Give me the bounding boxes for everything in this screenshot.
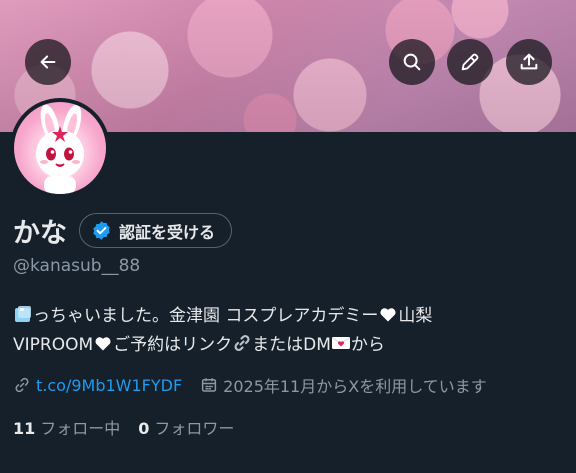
ice-cube-icon — [15, 306, 31, 322]
name-row: かな 認証を受ける — [13, 211, 233, 250]
profile-meta: t.co/9Mb1W1FYDF 2025年11月からXを利用しています — [13, 373, 487, 397]
website-link[interactable]: t.co/9Mb1W1FYDF — [36, 376, 182, 395]
bio-text-2c: またはDM — [252, 335, 331, 355]
link-icon — [15, 377, 29, 393]
bio-text-2d: から — [350, 335, 385, 355]
joined-date: 2025年11月からXを利用しています — [200, 373, 487, 397]
following-label: フォロー中 — [40, 419, 121, 438]
get-verified-label: 認証を受ける — [119, 222, 216, 242]
bio-line-2: VIPROOM ご予約はリンク またはDM から — [13, 331, 568, 360]
search-icon — [403, 53, 421, 71]
back-button[interactable] — [25, 39, 71, 85]
handle: @kanasub__88 — [13, 256, 141, 276]
avatar[interactable] — [10, 98, 110, 198]
love-letter-icon — [331, 337, 351, 349]
share-upload-icon — [520, 53, 538, 70]
avatar-image — [14, 102, 106, 194]
bio-text-2b: ご予約はリンク — [113, 335, 233, 355]
following-count: 11 — [13, 419, 36, 438]
get-verified-button[interactable]: 認証を受ける — [79, 213, 233, 248]
calendar-icon — [202, 378, 217, 392]
followers-count: 0 — [138, 419, 150, 438]
edit-profile-button[interactable] — [447, 39, 493, 85]
followers-label: フォロワー — [154, 419, 235, 438]
followers-link[interactable]: 0 フォロワー — [138, 415, 234, 439]
bio-text-1: っちゃいました。金津園 コスプレアカデミー — [33, 306, 379, 326]
bio-text-1-end: 山梨 — [398, 306, 433, 326]
bio-line-1: っちゃいました。金津園 コスプレアカデミー 山梨 — [13, 302, 568, 331]
white-heart-icon — [380, 308, 396, 322]
display-name: かな — [13, 218, 67, 249]
follow-stats: 11 フォロー中 0 フォロワー — [13, 415, 234, 439]
pencil-icon — [461, 53, 479, 71]
verified-badge-icon — [93, 221, 110, 240]
bio: っちゃいました。金津園 コスプレアカデミー 山梨 VIPROOM ご予約はリンク… — [13, 302, 568, 360]
share-button[interactable] — [506, 39, 552, 85]
link-chain-icon — [234, 334, 250, 352]
bio-text-2a: VIPROOM — [13, 335, 94, 355]
following-link[interactable]: 11 フォロー中 — [13, 415, 120, 439]
arrow-left-icon — [40, 55, 56, 69]
joined-text: 2025年11月からXを利用しています — [223, 377, 487, 396]
search-button[interactable] — [389, 39, 435, 85]
white-heart-icon — [95, 337, 111, 351]
